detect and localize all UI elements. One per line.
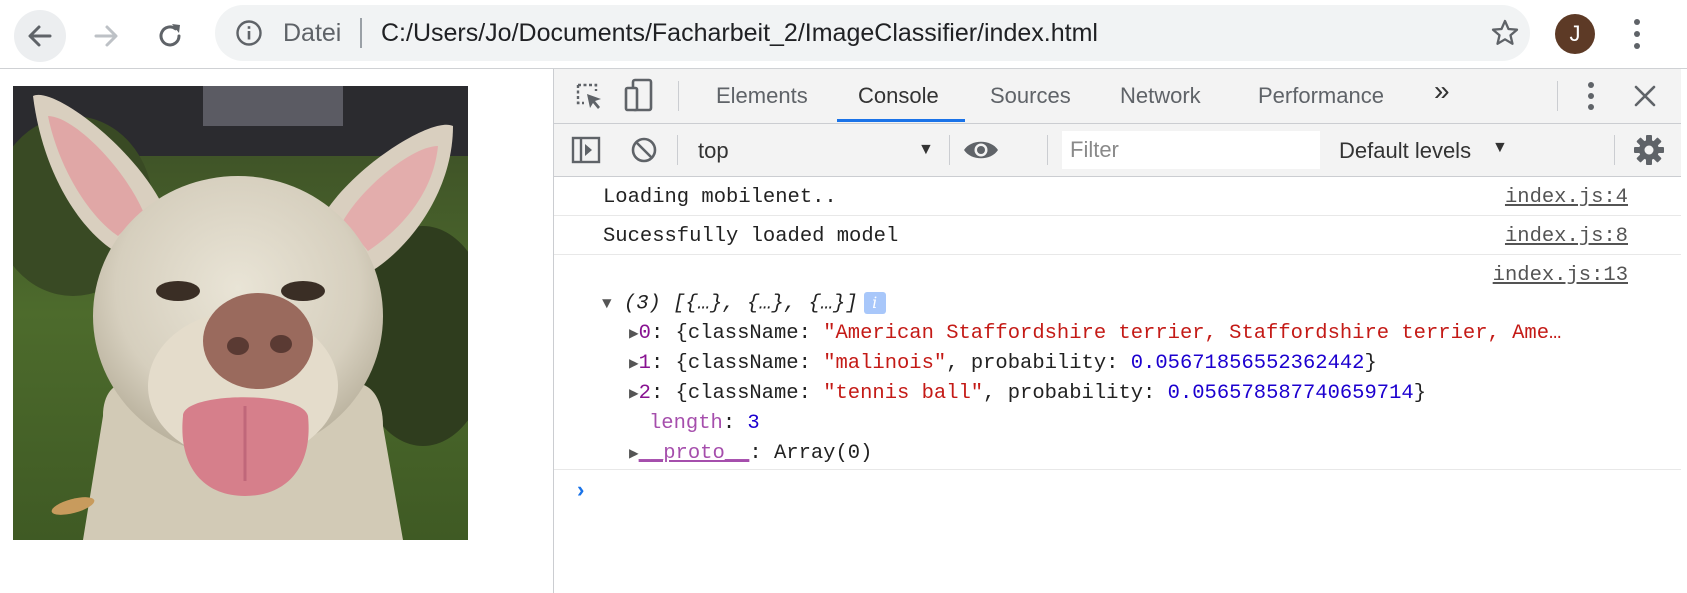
devtools-menu-icon[interactable] [1584,80,1598,112]
length-value: 3 [747,412,760,435]
item-index: 2 [638,382,651,405]
array-item-row[interactable]: ▶2: {className: "tennis ball", probabili… [629,382,1426,405]
active-tab-indicator [837,119,965,122]
context-label: top [698,138,729,163]
item-class-name: "American Staffordshire terrier, Staffor… [823,322,1562,345]
item-class-name: "tennis ball" [823,382,984,405]
more-tabs-icon[interactable]: » [1434,77,1450,105]
expanded-triangle-icon: ▼ [602,295,612,314]
item-middle: , probability: [946,352,1131,375]
console-output: Loading mobilenet.. index.js:4 Sucessful… [554,177,1681,593]
item-prefix: : {className: [650,322,824,345]
url-text[interactable]: C:/Users/Jo/Documents/Facharbeit_2/Image… [381,20,1098,46]
address-bar[interactable]: Datei C:/Users/Jo/Documents/Facharbeit_2… [215,5,1530,61]
proto-key: __proto__ [638,442,750,465]
item-index: 1 [638,352,651,375]
photo-dog [13,86,468,540]
item-suffix: } [1413,382,1427,405]
array-summary: (3) [{…}, {…}, {…}] [623,292,858,316]
collapsed-triangle-icon: ▶ [629,355,639,373]
context-dropdown-icon: ▼ [918,141,934,158]
filterbar-divider-2 [949,135,950,165]
filterbar-divider [677,135,678,165]
omnibox-divider [360,18,362,48]
console-message-text: Loading mobilenet.. [603,186,837,209]
info-icon[interactable] [235,19,263,47]
item-probability: 0.056578587740659714 [1167,382,1414,405]
log-levels-label: Default levels [1339,138,1472,163]
array-summary-row[interactable]: ▼ (3) [{…}, {…}, {…}] i [602,292,886,315]
item-suffix: } [1364,352,1377,375]
array-length-row: length: 3 [649,412,760,435]
device-toolbar-icon[interactable] [624,78,654,112]
inspect-element-icon[interactable] [574,81,604,111]
forward-arrow-icon [94,25,118,47]
reload-icon [159,24,181,47]
levels-dropdown-icon: ▼ [1492,139,1508,156]
back-button[interactable] [14,10,66,62]
console-source-link[interactable]: index.js:4 [1505,186,1628,209]
item-index: 0 [638,322,651,345]
proto-row[interactable]: ▶__proto__: Array(0) [629,442,872,465]
close-devtools-icon[interactable] [1632,83,1658,109]
info-badge-icon[interactable]: i [863,292,886,314]
devtools-panel: Elements Console Sources Network Perform… [553,69,1681,593]
more-vert-icon[interactable] [1627,16,1647,52]
back-arrow-icon [28,25,52,47]
filterbar-divider-3 [1047,135,1048,165]
forward-button[interactable] [80,10,132,62]
item-prefix: : {className: [650,352,824,375]
item-prefix: : {className: [650,382,824,405]
item-probability: 0.05671856552362442 [1130,352,1365,375]
array-item-row[interactable]: ▶1: {className: "malinois", probability:… [629,352,1377,375]
tab-sources[interactable]: Sources [990,83,1071,109]
length-key: length [649,412,723,435]
item-middle: , probability: [983,382,1168,405]
tab-elements[interactable]: Elements [716,83,808,109]
console-settings-gear-icon[interactable] [1633,134,1665,166]
filterbar-divider-4 [1614,135,1615,165]
dog-image [13,86,468,540]
proto-value: : Array(0) [749,442,873,465]
profile-avatar[interactable]: J [1555,14,1595,54]
console-prompt-icon[interactable]: › [574,479,587,504]
console-source-link[interactable]: index.js:8 [1505,225,1628,248]
devtools-tabbar: Elements Console Sources Network Perform… [554,69,1681,124]
console-filter-input[interactable] [1062,131,1320,169]
live-expression-eye-icon[interactable] [962,136,1000,164]
console-source-link[interactable]: index.js:13 [1493,264,1628,287]
reload-button[interactable] [144,10,196,62]
item-class-name: "malinois" [823,352,947,375]
tab-console[interactable]: Console [858,83,939,109]
tab-network[interactable]: Network [1120,83,1201,109]
console-message-text: Sucessfully loaded model [603,225,899,248]
browser-toolbar: Datei C:/Users/Jo/Documents/Facharbeit_2… [0,0,1687,69]
collapsed-triangle-icon: ▶ [629,445,639,463]
tabbar-divider-right [1557,81,1558,111]
scheme-label: Datei [283,19,342,47]
tab-performance[interactable]: Performance [1258,83,1384,109]
show-sidebar-icon[interactable] [571,135,601,165]
console-message: Loading mobilenet.. index.js:4 [554,177,1681,216]
collapsed-triangle-icon: ▶ [629,385,639,403]
tabbar-divider [678,81,679,111]
clear-console-icon[interactable] [630,136,658,164]
console-message-object: index.js:13 ▼ (3) [{…}, {…}, {…}] i ▶0: {… [554,255,1681,470]
array-item-row[interactable]: ▶0: {className: "American Staffordshire … [629,322,1561,345]
console-toolbar: top ▼ Default levels ▼ [554,124,1681,177]
star-icon[interactable] [1490,18,1520,48]
console-message: Sucessfully loaded model index.js:8 [554,216,1681,255]
collapsed-triangle-icon: ▶ [629,325,639,343]
